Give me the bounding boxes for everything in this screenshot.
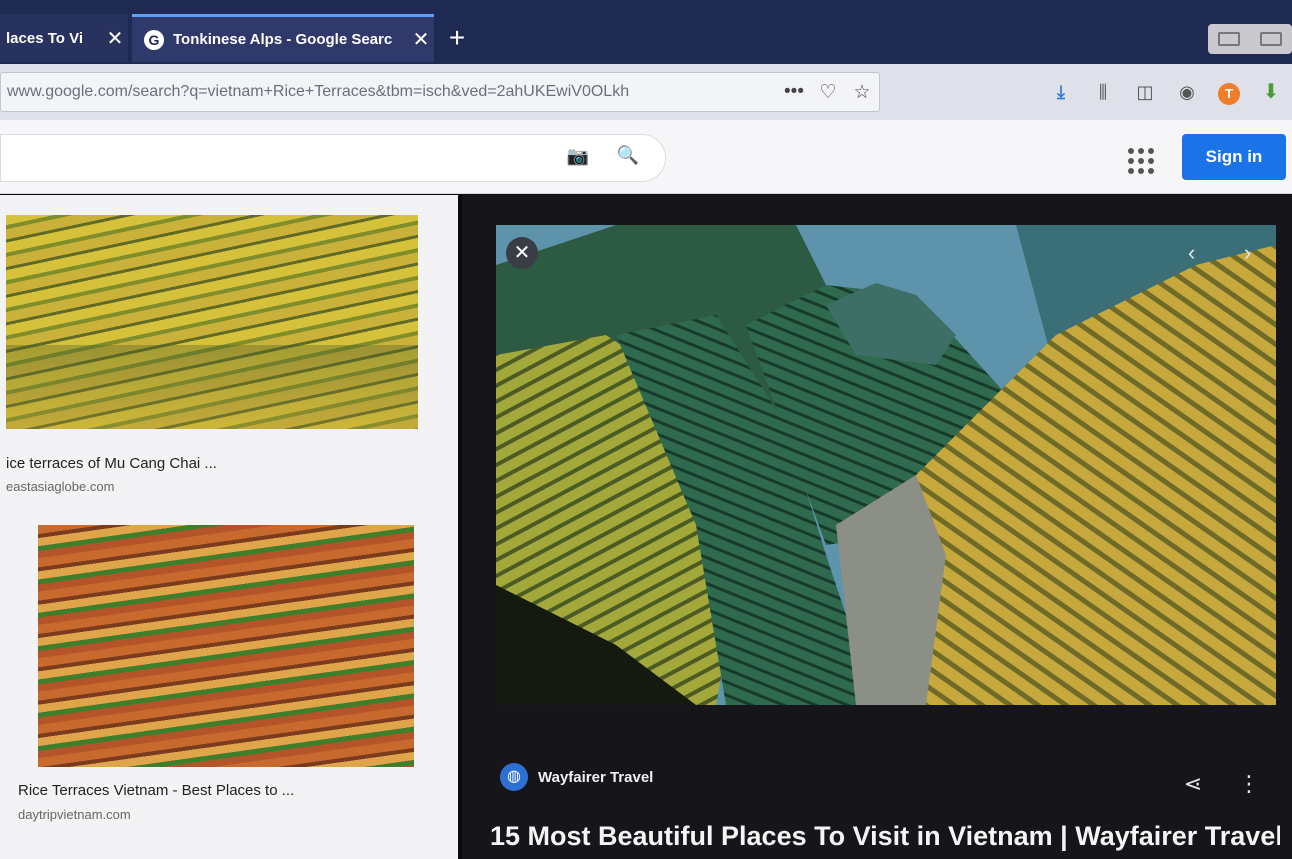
new-tab-button[interactable]: + bbox=[442, 22, 472, 56]
preview-title[interactable]: 15 Most Beautiful Places To Visit in Vie… bbox=[490, 821, 1280, 852]
toolbar-icons: ⤓ ⫼ ◫ ◉ T ⬇ bbox=[1040, 78, 1292, 106]
extension-icon[interactable]: T bbox=[1208, 78, 1250, 106]
maximize-icon[interactable] bbox=[1260, 32, 1282, 46]
bookmark-star-icon[interactable]: ☆ bbox=[845, 81, 879, 104]
close-tab-icon[interactable]: ✕ bbox=[408, 27, 434, 52]
tab-google-search[interactable]: G Tonkinese Alps - Google Searc ✕ bbox=[132, 14, 434, 62]
image-results: ice terraces of Mu Cang Chai ... eastasi… bbox=[0, 195, 458, 859]
terraces-illustration bbox=[496, 225, 1276, 705]
navigation-bar: www.google.com/search?q=vietnam+Rice+Ter… bbox=[0, 64, 1292, 120]
google-favicon-icon: G bbox=[144, 29, 164, 50]
camera-icon[interactable]: 📷 bbox=[563, 146, 593, 172]
source-site[interactable]: ◍ Wayfairer Travel bbox=[500, 763, 653, 791]
more-options-icon[interactable]: ⋮ bbox=[1236, 771, 1262, 797]
share-icon[interactable]: ⋖ bbox=[1180, 771, 1206, 797]
result-thumbnail[interactable] bbox=[6, 215, 418, 429]
download-icon[interactable]: ⤓ bbox=[1040, 78, 1082, 106]
google-header: 📷 🔍 Sign in bbox=[0, 120, 1292, 194]
window-controls[interactable] bbox=[1208, 24, 1292, 54]
download-helper-icon[interactable]: ⬇ bbox=[1250, 78, 1292, 106]
close-tab-icon[interactable]: ✕ bbox=[102, 26, 128, 51]
result-thumbnail[interactable] bbox=[38, 525, 414, 767]
result-source: eastasiaglobe.com bbox=[6, 479, 115, 494]
google-apps-icon[interactable] bbox=[1122, 142, 1156, 176]
image-preview-panel: ✕ ‹ › ◍ Wayfairer Travel ⋖ ⋮ 15 Most Bea… bbox=[462, 195, 1292, 859]
result-title[interactable]: ice terraces of Mu Cang Chai ... bbox=[6, 455, 217, 472]
close-preview-button[interactable]: ✕ bbox=[506, 237, 538, 269]
next-image-icon[interactable]: › bbox=[1244, 241, 1264, 265]
preview-image[interactable] bbox=[496, 225, 1276, 705]
tab-label: laces To Vi bbox=[6, 29, 83, 47]
address-bar[interactable]: www.google.com/search?q=vietnam+Rice+Ter… bbox=[0, 72, 880, 112]
globe-icon: ◍ bbox=[500, 763, 528, 791]
result-source: daytripvietnam.com bbox=[18, 807, 131, 822]
source-site-name: Wayfairer Travel bbox=[538, 768, 654, 786]
search-icon[interactable]: 🔍 bbox=[613, 145, 643, 171]
pocket-icon[interactable]: ♡ bbox=[811, 81, 845, 104]
search-input[interactable]: 📷 🔍 bbox=[0, 134, 666, 182]
sidebar-icon[interactable]: ◫ bbox=[1124, 78, 1166, 106]
result-title[interactable]: Rice Terraces Vietnam - Best Places to .… bbox=[18, 782, 294, 799]
library-icon[interactable]: ⫼ bbox=[1082, 78, 1124, 106]
tab-places-to-visit[interactable]: laces To Vi ✕ bbox=[0, 14, 128, 62]
sign-in-button[interactable]: Sign in bbox=[1182, 134, 1286, 180]
minimize-icon[interactable] bbox=[1218, 32, 1240, 46]
account-icon[interactable]: ◉ bbox=[1166, 78, 1208, 106]
url-text[interactable]: www.google.com/search?q=vietnam+Rice+Ter… bbox=[1, 83, 777, 101]
previous-image-icon[interactable]: ‹ bbox=[1188, 241, 1208, 265]
tab-label: Tonkinese Alps - Google Searc bbox=[173, 31, 393, 48]
page-actions-icon[interactable]: ••• bbox=[777, 81, 811, 103]
tab-strip: laces To Vi ✕ G Tonkinese Alps - Google … bbox=[0, 0, 1292, 64]
